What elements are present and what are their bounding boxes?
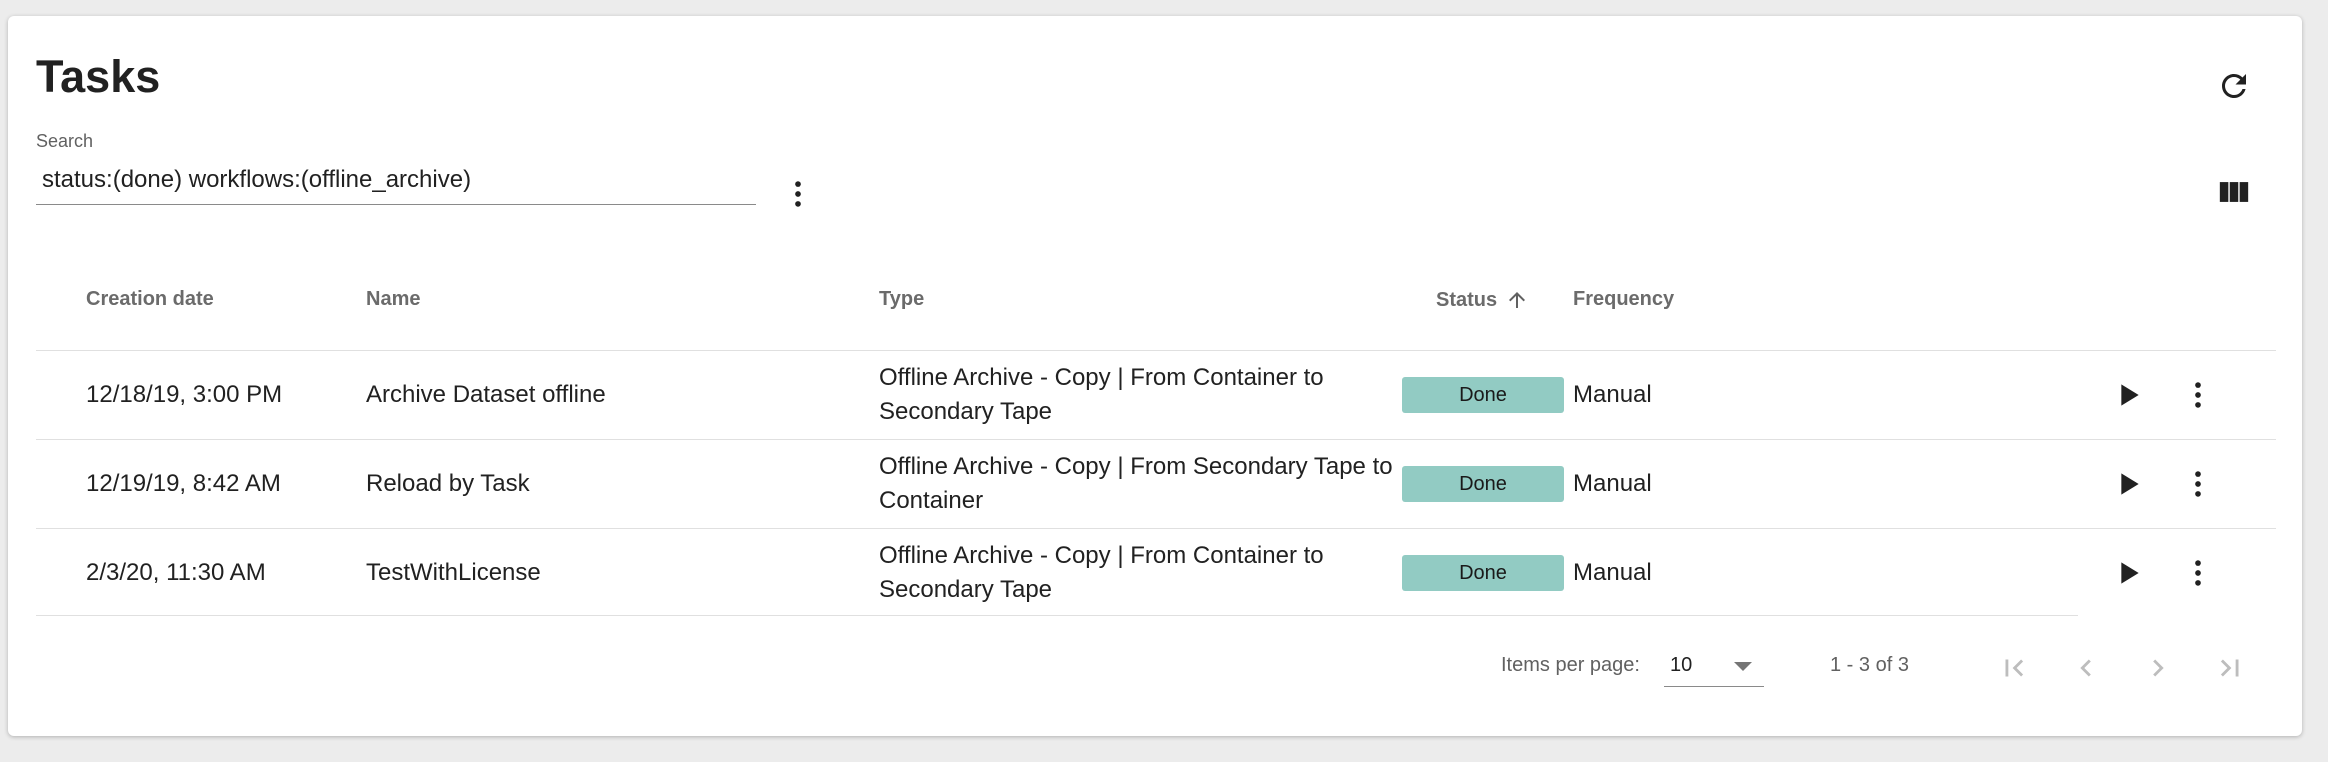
cell-name: TestWithLicense (366, 559, 541, 586)
cell-status: Done (1402, 351, 1564, 439)
column-header-status[interactable]: Status (1436, 288, 1529, 312)
table-row[interactable]: 12/19/19, 8:42 AM Reload by Task Offline… (36, 440, 2276, 529)
table-header: Creation date Name Type Status Frequency (36, 270, 2276, 351)
column-header-creation-date[interactable]: Creation date (86, 288, 214, 311)
cell-frequency: Manual (1573, 559, 1652, 586)
cell-status: Done (1402, 529, 1564, 617)
dropdown-arrow-icon (1734, 662, 1752, 671)
more-vertical-icon (2195, 382, 2201, 408)
cell-type: Offline Archive - Copy | From Container … (879, 542, 1324, 603)
column-header-frequency[interactable]: Frequency (1573, 288, 1674, 311)
first-page-button[interactable] (1990, 644, 2038, 692)
run-task-button[interactable] (2102, 351, 2154, 439)
cell-name: Archive Dataset offline (366, 381, 606, 408)
table-bottom-divider (36, 615, 2078, 616)
cell-creation-date: 12/19/19, 8:42 AM (86, 470, 281, 497)
last-page-icon (2220, 659, 2239, 677)
row-menu-button[interactable] (2172, 529, 2224, 617)
row-menu-button[interactable] (2172, 440, 2224, 528)
previous-page-icon (2080, 659, 2091, 677)
cell-status: Done (1402, 440, 1564, 528)
more-vertical-icon (2195, 560, 2201, 586)
more-vertical-icon (2195, 471, 2201, 497)
tasks-card: Tasks Search Creation date Name Type Sta… (8, 16, 2302, 736)
view-columns-icon (2219, 182, 2249, 202)
cell-name: Reload by Task (366, 470, 530, 497)
table-row[interactable]: 2/3/20, 11:30 AM TestWithLicense Offline… (36, 529, 2276, 617)
search-options-button[interactable] (778, 168, 818, 220)
tasks-table: Creation date Name Type Status Frequency… (36, 270, 2276, 617)
cell-frequency: Manual (1573, 381, 1652, 408)
play-icon (2121, 384, 2139, 406)
more-vertical-icon (795, 181, 801, 207)
cell-frequency: Manual (1573, 470, 1652, 497)
column-header-name[interactable]: Name (366, 288, 420, 311)
refresh-icon (2222, 74, 2246, 98)
items-per-page-select[interactable]: 10 (1664, 648, 1764, 687)
status-badge: Done (1402, 377, 1564, 413)
table-row[interactable]: 12/18/19, 3:00 PM Archive Dataset offlin… (36, 351, 2276, 440)
run-task-button[interactable] (2102, 440, 2154, 528)
previous-page-button[interactable] (2062, 644, 2110, 692)
items-per-page-label: Items per page: (1501, 654, 1640, 676)
paginator: Items per page: 10 1 - 3 of 3 (8, 648, 2302, 688)
refresh-button[interactable] (2208, 60, 2260, 112)
column-header-type[interactable]: Type (879, 288, 924, 311)
cell-creation-date: 2/3/20, 11:30 AM (86, 559, 266, 586)
search-field: Search (36, 131, 756, 205)
page-title: Tasks (36, 51, 161, 102)
page-range-label: 1 - 3 of 3 (1830, 654, 1909, 676)
cell-type: Offline Archive - Copy | From Secondary … (879, 453, 1393, 514)
cell-creation-date: 12/18/19, 3:00 PM (86, 381, 283, 408)
next-page-icon (2153, 659, 2164, 677)
items-per-page-value: 10 (1670, 654, 1693, 676)
cell-type: Offline Archive - Copy | From Container … (879, 364, 1324, 425)
play-icon (2121, 562, 2139, 584)
arrow-up-icon (1509, 292, 1526, 308)
play-icon (2121, 473, 2139, 495)
status-badge: Done (1402, 555, 1564, 591)
last-page-button[interactable] (2206, 644, 2254, 692)
search-input[interactable] (36, 162, 756, 205)
status-badge: Done (1402, 466, 1564, 502)
columns-button[interactable] (2208, 166, 2260, 218)
search-label: Search (36, 131, 94, 151)
row-menu-button[interactable] (2172, 351, 2224, 439)
first-page-icon (2005, 659, 2024, 677)
run-task-button[interactable] (2102, 529, 2154, 617)
next-page-button[interactable] (2134, 644, 2182, 692)
